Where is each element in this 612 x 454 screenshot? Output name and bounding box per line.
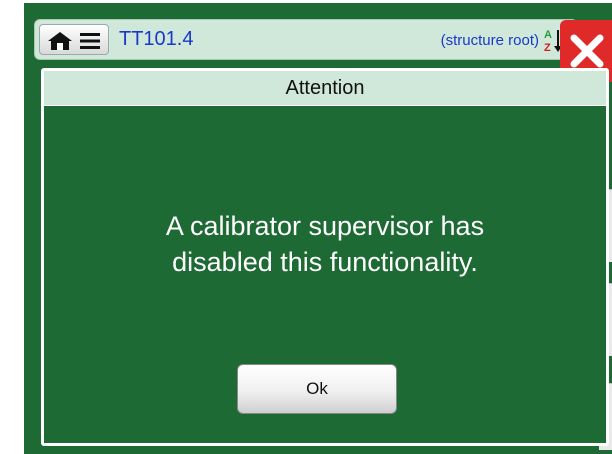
calibrator-screen: TT101.4 (structure root) A Z Attention A… [24, 3, 612, 454]
svg-text:A: A [544, 29, 552, 41]
dialog-body: A calibrator supervisor has disabled thi… [44, 106, 606, 443]
dialog-message: A calibrator supervisor has disabled thi… [44, 208, 606, 280]
close-icon [570, 34, 604, 68]
home-menu-button[interactable] [39, 24, 109, 55]
home-icon [48, 32, 72, 50]
ok-button[interactable]: Ok [237, 364, 397, 414]
dialog-message-line2: disabled this functionality. [172, 247, 478, 277]
attention-dialog: Attention A calibrator supervisor has di… [41, 68, 609, 446]
dialog-title: Attention [44, 71, 606, 105]
structure-root-label: (structure root) [440, 32, 539, 49]
page-title: TT101.4 [119, 28, 194, 50]
header-bar: TT101.4 (structure root) A Z [34, 19, 578, 60]
dialog-message-line1: A calibrator supervisor has [165, 211, 485, 241]
svg-text:Z: Z [544, 42, 551, 53]
menu-icon [80, 33, 100, 49]
